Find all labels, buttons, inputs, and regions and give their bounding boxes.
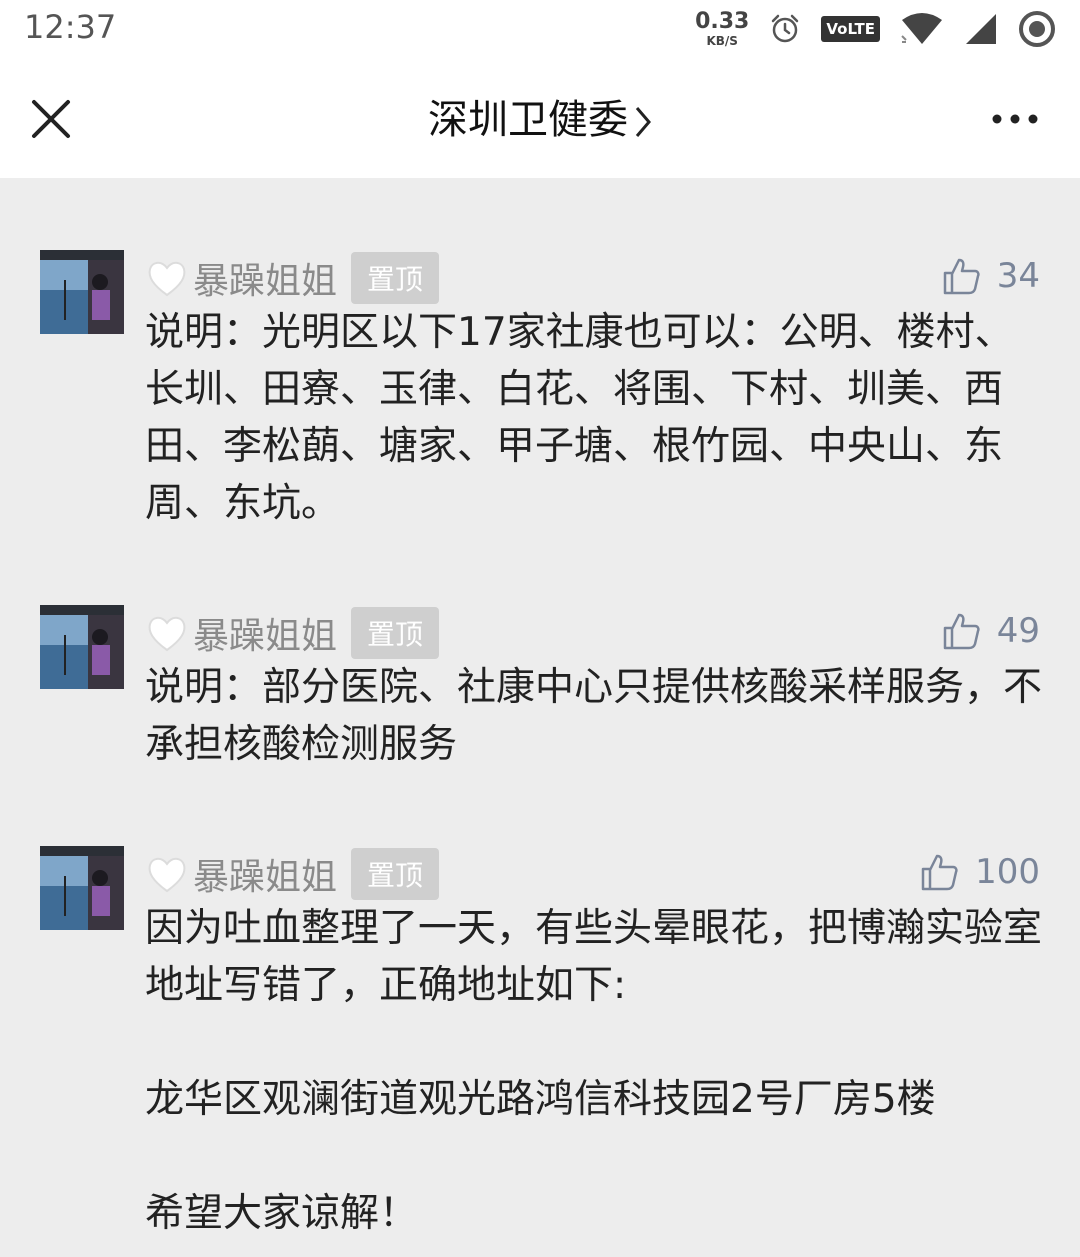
network-speed-unit: KB/S xyxy=(706,34,738,48)
avatar[interactable] xyxy=(40,250,124,334)
comment-author[interactable]: 暴躁姐姐 xyxy=(193,848,337,900)
pinned-badge: 置顶 xyxy=(351,607,440,659)
heart-icon xyxy=(148,857,186,893)
pinned-badge: 置顶 xyxy=(351,848,440,900)
comment-header: 暴躁姐姐 置顶 xyxy=(145,250,440,306)
thumbs-up-icon xyxy=(943,613,980,650)
like-count: 100 xyxy=(975,852,1040,892)
signal-icon xyxy=(966,14,996,44)
heart-icon xyxy=(148,261,186,297)
alarm-icon xyxy=(772,14,799,43)
heart-icon xyxy=(148,616,186,652)
comment-header: 暴躁姐姐 置顶 xyxy=(145,846,440,902)
avatar[interactable] xyxy=(40,605,124,689)
status-icons: 0.33 KB/S VoLTE xyxy=(695,6,1056,52)
like-button[interactable]: 49 xyxy=(941,605,1040,657)
thumbs-up-icon xyxy=(943,258,980,295)
network-speed-value: 0.33 xyxy=(695,9,750,34)
volte-icon: VoLTE xyxy=(821,16,880,42)
avatar-image xyxy=(40,250,124,334)
comment-text: 说明：光明区以下17家社康也可以：公明、楼村、长圳、田寮、玉律、白花、将围、下村… xyxy=(145,310,1014,526)
avatar[interactable] xyxy=(40,846,124,930)
status-time: 12:37 xyxy=(24,8,117,46)
chevron-right-icon xyxy=(635,107,651,137)
like-button[interactable]: 100 xyxy=(919,846,1040,898)
comment-text: 说明：部分医院、社康中心只提供核酸采样服务，不承担核酸检测服务 xyxy=(145,665,1043,767)
network-speed: 0.33 KB/S xyxy=(695,9,750,48)
status-bar: 12:37 0.33 KB/S VoLTE xyxy=(0,0,1080,60)
comment-text: 因为吐血整理了一天，有些头晕眼花，把博瀚实验室地址写错了，正确地址如下: 龙华区… xyxy=(145,906,1043,1236)
wifi-icon xyxy=(901,13,942,44)
comment-author[interactable]: 暴躁姐姐 xyxy=(193,252,337,304)
like-count: 34 xyxy=(996,256,1040,296)
account-title-link[interactable]: 深圳卫健委 xyxy=(0,90,1080,150)
like-count: 49 xyxy=(996,611,1040,651)
avatar-image xyxy=(40,605,124,689)
more-icon[interactable] xyxy=(990,110,1040,128)
page-title: 深圳卫健委 xyxy=(428,97,628,143)
record-icon xyxy=(1019,11,1055,47)
comment-author[interactable]: 暴躁姐姐 xyxy=(193,607,337,659)
avatar-image xyxy=(40,846,124,930)
pinned-badge: 置顶 xyxy=(351,252,440,304)
thumbs-up-icon xyxy=(921,854,958,891)
nav-bar: 深圳卫健委 xyxy=(0,60,1080,178)
like-button[interactable]: 34 xyxy=(941,250,1040,302)
comment-header: 暴躁姐姐 置顶 xyxy=(145,605,440,661)
